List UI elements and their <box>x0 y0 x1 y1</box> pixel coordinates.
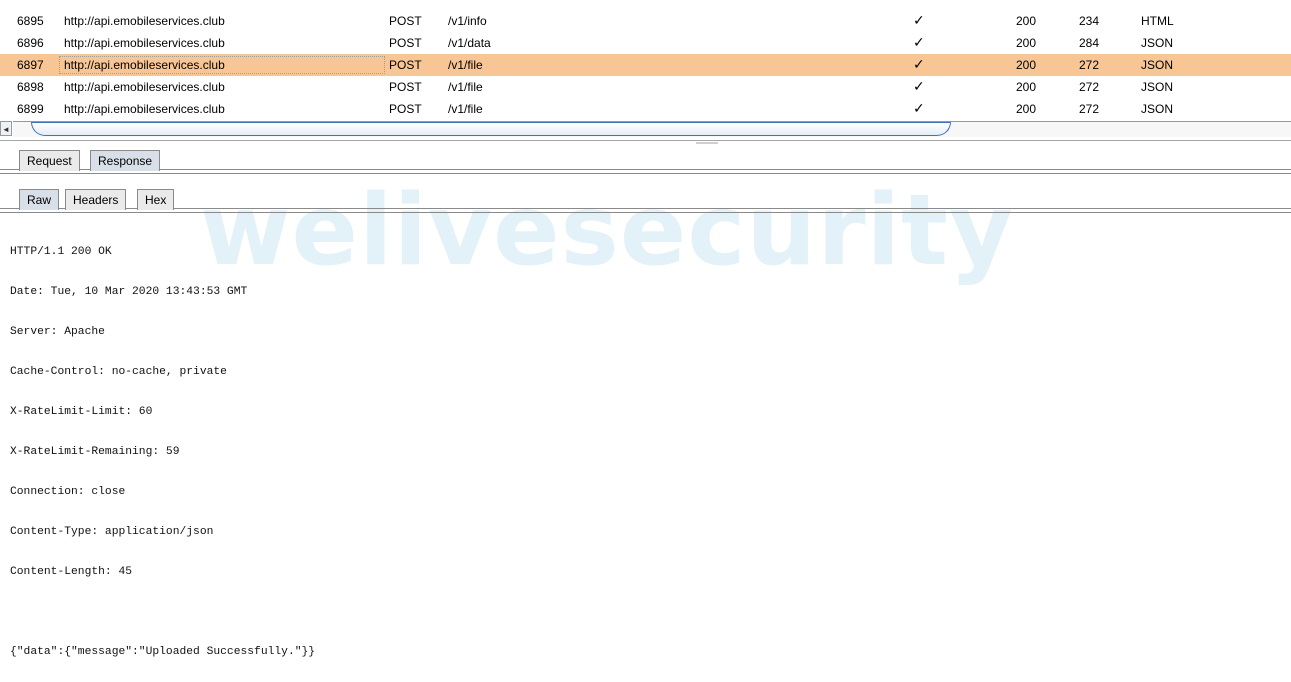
row-host: http://api.emobileservices.club <box>64 14 225 28</box>
response-line: Server: Apache <box>10 326 105 338</box>
row-url: /v1/file <box>448 58 483 72</box>
row-method: POST <box>389 102 422 116</box>
response-line: Content-Type: application/json <box>10 526 214 538</box>
checkmark-icon: ✓ <box>913 35 925 51</box>
row-status: 200 <box>1016 102 1037 116</box>
row-method: POST <box>389 36 422 50</box>
tab-raw[interactable]: Raw <box>19 189 60 210</box>
response-line: Content-Length: 45 <box>10 566 133 578</box>
tab-headers[interactable]: Headers <box>65 189 127 210</box>
response-line: HTTP/1.1 200 OK <box>10 246 112 258</box>
response-line-blank <box>10 602 315 622</box>
row-status: 200 <box>1016 14 1037 28</box>
row-method: POST <box>389 80 422 94</box>
checkmark-icon: ✓ <box>913 79 925 95</box>
row-url: /v1/file <box>448 102 483 116</box>
row-url: /v1/file <box>448 80 483 94</box>
row-status: 200 <box>1016 80 1037 94</box>
view-tabs: Raw Headers Hex <box>0 189 1291 213</box>
row-host: http://api.emobileservices.club <box>64 102 225 116</box>
checkmark-icon: ✓ <box>913 101 925 117</box>
response-body[interactable]: HTTP/1.1 200 OK Date: Tue, 10 Mar 2020 1… <box>10 222 315 682</box>
scrollbar-thumb[interactable] <box>31 122 951 136</box>
row-length: 272 <box>1079 58 1100 72</box>
response-json: {"data":{"message":"Uploaded Successfull… <box>10 646 316 658</box>
row-mime: JSON <box>1141 58 1174 72</box>
horizontal-scrollbar[interactable]: ◄ <box>0 121 1291 139</box>
row-host: http://api.emobileservices.club <box>64 36 225 50</box>
row-length: 272 <box>1079 102 1100 116</box>
row-status: 200 <box>1016 36 1037 50</box>
response-line: Date: Tue, 10 Mar 2020 13:43:53 GMT <box>10 286 248 298</box>
row-host[interactable]: http://api.emobileservices.club <box>59 56 385 74</box>
tab-hex[interactable]: Hex <box>137 189 175 210</box>
row-url: /v1/data <box>448 36 491 50</box>
response-line: X-RateLimit-Remaining: 59 <box>10 446 180 458</box>
table-row-selected[interactable]: 6897 http://api.emobileservices.club POS… <box>0 54 1291 76</box>
tab-underline <box>0 208 1291 213</box>
row-mime: HTML <box>1141 14 1174 28</box>
pane-divider[interactable] <box>0 140 1291 141</box>
row-id: 6898 <box>17 80 44 94</box>
table-row[interactable]: 6895 http://api.emobileservices.club POS… <box>0 10 1291 32</box>
row-id: 6896 <box>17 36 44 50</box>
row-id: 6899 <box>17 102 44 116</box>
tab-request[interactable]: Request <box>19 150 80 171</box>
row-length: 284 <box>1079 36 1100 50</box>
scrollbar-track[interactable] <box>13 121 1291 137</box>
row-id: 6895 <box>17 14 44 28</box>
row-length: 272 <box>1079 80 1100 94</box>
row-mime: JSON <box>1141 102 1174 116</box>
row-length: 234 <box>1079 14 1100 28</box>
row-host: http://api.emobileservices.club <box>64 80 225 94</box>
row-method: POST <box>389 14 422 28</box>
checkmark-icon: ✓ <box>913 13 925 29</box>
checkmark-icon: ✓ <box>913 57 925 73</box>
row-id: 6897 <box>17 58 44 72</box>
row-url: /v1/info <box>448 14 487 28</box>
table-row[interactable]: 6899 http://api.emobileservices.club POS… <box>0 98 1291 120</box>
row-mime: JSON <box>1141 80 1174 94</box>
tab-underline <box>0 169 1291 174</box>
response-line: X-RateLimit-Limit: 60 <box>10 406 153 418</box>
proxy-history-table: 6895 http://api.emobileservices.club POS… <box>0 10 1291 120</box>
row-mime: JSON <box>1141 36 1174 50</box>
response-line: Connection: close <box>10 486 126 498</box>
splitter-grip-icon[interactable] <box>696 142 718 144</box>
tab-response[interactable]: Response <box>90 150 161 171</box>
row-status: 200 <box>1016 58 1037 72</box>
table-row[interactable]: 6898 http://api.emobileservices.club POS… <box>0 76 1291 98</box>
response-line: Cache-Control: no-cache, private <box>10 366 227 378</box>
message-tabs: Request Response <box>0 150 1291 174</box>
table-row[interactable]: 6896 http://api.emobileservices.club POS… <box>0 32 1291 54</box>
scroll-left-arrow-icon[interactable]: ◄ <box>0 121 12 136</box>
row-method: POST <box>389 58 422 72</box>
